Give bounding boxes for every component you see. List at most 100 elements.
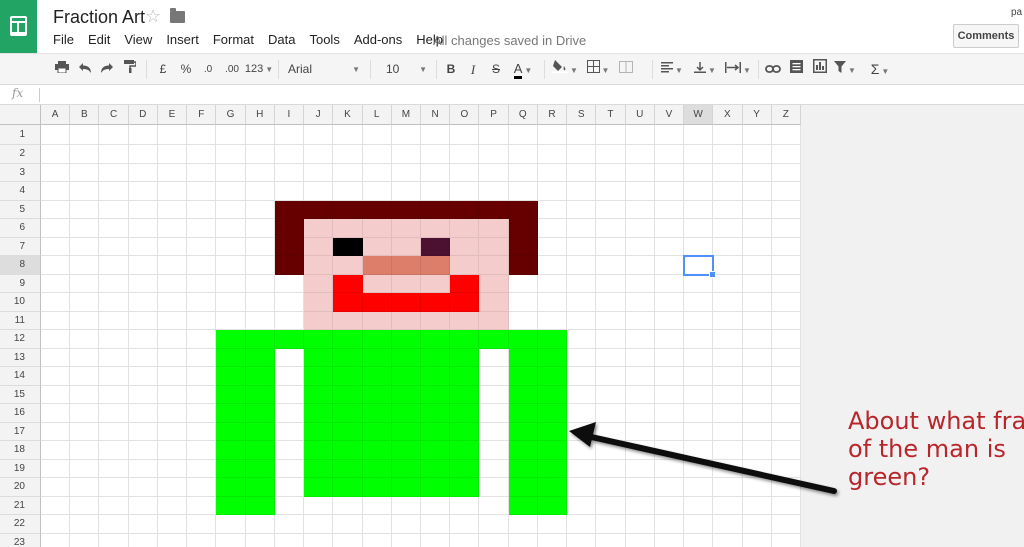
cell-f5[interactable]: [187, 200, 217, 219]
row-header-7[interactable]: 7: [0, 237, 41, 256]
column-header-p[interactable]: P: [479, 105, 509, 125]
row-header-11[interactable]: 11: [0, 311, 41, 330]
cell-m10[interactable]: [391, 293, 421, 312]
cell-o16[interactable]: [450, 404, 480, 423]
cell-a4[interactable]: [41, 182, 71, 201]
cell-e13[interactable]: [157, 348, 188, 367]
cell-l1[interactable]: [362, 125, 392, 145]
insert-comment-icon[interactable]: [786, 54, 806, 85]
cell-c15[interactable]: [99, 385, 129, 404]
cell-a1[interactable]: [41, 125, 71, 145]
cell-o12[interactable]: [450, 330, 480, 349]
cell-w14[interactable]: [684, 367, 714, 386]
cell-v22[interactable]: [654, 515, 685, 534]
cell-a17[interactable]: [41, 422, 71, 441]
cell-g4[interactable]: [216, 182, 246, 201]
cell-b4[interactable]: [70, 182, 100, 201]
cell-m16[interactable]: [391, 404, 421, 423]
cell-t12[interactable]: [596, 330, 626, 349]
cell-w15[interactable]: [684, 385, 714, 404]
cell-a23[interactable]: [41, 533, 71, 547]
cell-n23[interactable]: [421, 533, 451, 547]
number-format-dropdown[interactable]: 123 ▼: [244, 54, 274, 85]
cell-h5[interactable]: [245, 200, 275, 219]
cell-z23[interactable]: [772, 533, 801, 547]
cell-c16[interactable]: [99, 404, 129, 423]
cell-e18[interactable]: [157, 441, 188, 460]
cell-i2[interactable]: [274, 145, 305, 164]
cell-r8[interactable]: [537, 256, 568, 275]
cell-u1[interactable]: [625, 125, 655, 145]
cell-j10[interactable]: [304, 293, 334, 312]
cell-q19[interactable]: [508, 459, 538, 478]
cell-k3[interactable]: [333, 163, 363, 182]
cell-i13[interactable]: [274, 348, 305, 367]
cell-s1[interactable]: [567, 125, 597, 145]
cell-q21[interactable]: [508, 496, 538, 515]
borders-button[interactable]: ▼: [584, 54, 612, 85]
cell-l23[interactable]: [363, 533, 392, 547]
cell-x11[interactable]: [713, 311, 743, 330]
cell-v12[interactable]: [654, 330, 685, 349]
cell-f22[interactable]: [187, 515, 217, 534]
cell-m1[interactable]: [391, 125, 421, 145]
cell-w8[interactable]: [684, 256, 714, 275]
cell-g5[interactable]: [216, 200, 246, 219]
cell-c14[interactable]: [99, 367, 129, 386]
cell-w2[interactable]: [684, 145, 714, 164]
cell-t9[interactable]: [596, 274, 626, 293]
cell-u20[interactable]: [625, 478, 655, 497]
cell-q13[interactable]: [508, 348, 538, 367]
cell-p21[interactable]: [479, 496, 509, 515]
column-header-j[interactable]: J: [304, 105, 334, 125]
column-header-n[interactable]: N: [420, 105, 451, 125]
cell-z19[interactable]: [771, 459, 801, 478]
cell-i18[interactable]: [274, 441, 305, 460]
cell-e3[interactable]: [157, 163, 188, 182]
cell-a20[interactable]: [41, 478, 71, 497]
cell-n13[interactable]: [420, 348, 451, 367]
cell-l21[interactable]: [362, 496, 392, 515]
cell-b22[interactable]: [70, 515, 100, 534]
cell-d5[interactable]: [128, 200, 158, 219]
cell-j22[interactable]: [304, 515, 334, 534]
cell-y17[interactable]: [742, 422, 772, 441]
column-header-a[interactable]: A: [41, 105, 71, 125]
cell-q10[interactable]: [508, 293, 538, 312]
row-header-18[interactable]: 18: [0, 441, 41, 460]
cell-k12[interactable]: [333, 330, 363, 349]
cell-d18[interactable]: [128, 441, 158, 460]
cell-c3[interactable]: [99, 163, 129, 182]
cell-t20[interactable]: [596, 478, 626, 497]
cell-j16[interactable]: [304, 404, 334, 423]
cell-b20[interactable]: [70, 478, 100, 497]
cell-b23[interactable]: [70, 533, 100, 547]
cell-f10[interactable]: [187, 293, 217, 312]
row-header-22[interactable]: 22: [0, 515, 41, 534]
cell-q11[interactable]: [508, 311, 538, 330]
cell-v18[interactable]: [654, 441, 685, 460]
cell-p10[interactable]: [479, 293, 509, 312]
row-header-5[interactable]: 5: [0, 200, 41, 219]
cell-h15[interactable]: [245, 385, 275, 404]
cell-p5[interactable]: [479, 200, 509, 219]
cell-n7[interactable]: [420, 237, 451, 256]
cell-w6[interactable]: [684, 219, 714, 238]
cell-k10[interactable]: [333, 293, 363, 312]
cell-a5[interactable]: [41, 200, 71, 219]
functions-button[interactable]: Σ ▼: [866, 54, 894, 85]
menu-edit[interactable]: Edit: [81, 32, 117, 48]
cell-r5[interactable]: [537, 200, 568, 219]
cell-q1[interactable]: [508, 125, 538, 145]
cell-h10[interactable]: [245, 293, 275, 312]
cell-a14[interactable]: [41, 367, 71, 386]
cell-h3[interactable]: [245, 163, 275, 182]
cell-u14[interactable]: [625, 367, 655, 386]
cell-b2[interactable]: [70, 145, 100, 164]
cell-n4[interactable]: [420, 182, 451, 201]
cell-g2[interactable]: [216, 145, 246, 164]
cell-h14[interactable]: [245, 367, 275, 386]
strikethrough-button[interactable]: S: [486, 54, 506, 85]
cell-z6[interactable]: [771, 219, 801, 238]
cell-area[interactable]: [41, 125, 801, 547]
